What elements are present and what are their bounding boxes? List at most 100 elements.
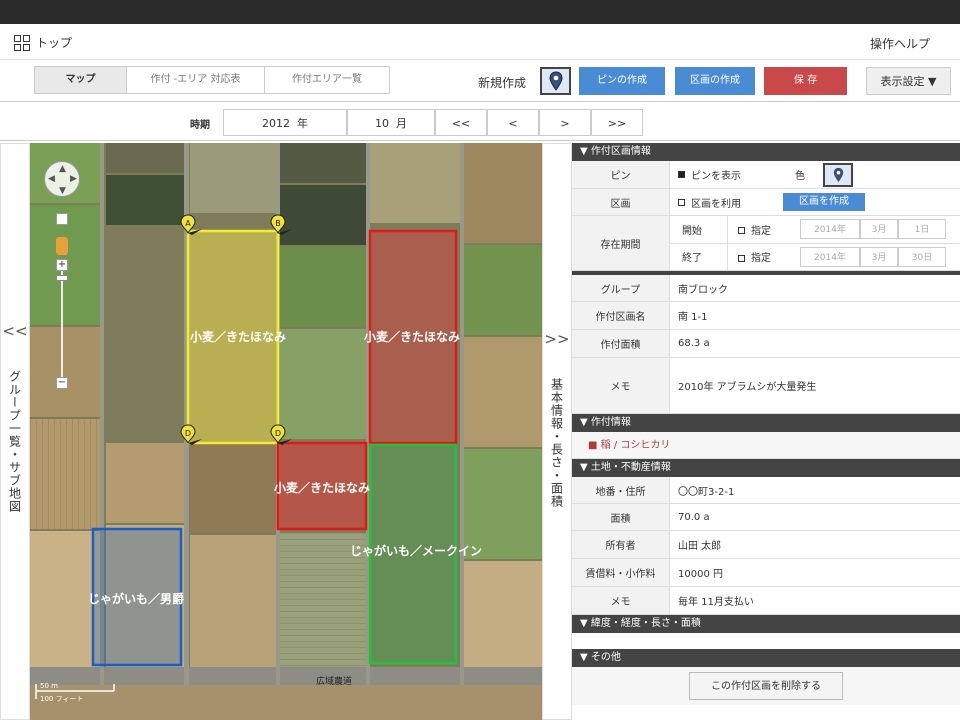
start-specify-label: 指定 [751,225,771,237]
period-rows: 存在期間 開始 指定 2014年 3月 1日 終了 指定 2014年 3月 30… [572,216,960,271]
zoom-out-icon[interactable]: − [56,377,68,389]
marker-a: A [185,219,191,228]
satellite-map: A B D D 小麦／きたほなみ 小麦／きたほなみ 小麦／きたほなみ じゃがいも… [30,143,542,720]
create-pin-button[interactable]: ピンの作成 [579,67,665,95]
prev-year-button[interactable]: << [435,109,487,136]
top-bar [0,0,960,24]
road-name: 広域農道 [316,675,352,687]
memo2-row: メモ 毎年 11月支払い [572,587,960,615]
street-view-icon[interactable] [56,237,68,255]
year-unit: 年 [297,117,308,130]
delete-area-button[interactable]: この作付区画を削除する [689,672,843,700]
end-row: 終了 指定 2014年 3月 30日 [670,243,960,270]
start-month-input[interactable]: 3月 [860,219,898,240]
section-crop-info[interactable]: ▼ 作付情報 [572,414,960,432]
start-day-input[interactable]: 1日 [898,219,946,240]
start-row: 開始 指定 2014年 3月 1日 [670,216,960,244]
parcel-use-label: 区画を利用 [691,198,741,210]
pan-left-icon[interactable]: ◀ [48,174,55,184]
start-specify-checkbox[interactable] [738,227,745,235]
reset-icon[interactable] [56,213,68,225]
next-year-button[interactable]: >> [591,109,643,136]
header: トップ 操作ヘルプ [0,24,960,60]
pan-right-icon[interactable]: ▶ [70,174,77,184]
period-label: 時期 [190,120,210,131]
period-key: 存在期間 [572,216,670,270]
view-tabs: マップ 作付 -エリア 対応表 作付エリア一覧 [34,66,390,94]
create-area-button[interactable]: 区画の作成 [675,67,755,95]
scale-top-label: 50 m [40,682,58,690]
save-button[interactable]: 保 存 [764,67,847,95]
pan-up-icon[interactable]: ▲ [59,164,66,174]
expand-right-icon[interactable]: >> [543,330,571,348]
new-create-label: 新規作成 [478,76,527,90]
label-wheat-1: 小麦／きたほなみ [190,329,286,344]
crop-value[interactable]: ■ 稲 / コシヒカリ [572,432,960,459]
pin-color-picker[interactable] [823,162,853,187]
end-specify-checkbox[interactable] [738,254,745,262]
next-month-button[interactable]: > [539,109,591,136]
marker-b: B [275,219,281,228]
month-selector[interactable]: 10 月 [347,109,435,136]
owner-row: 所有者 山田 太郎 [572,531,960,559]
home-label: トップ [36,36,73,50]
zoom-slider-track[interactable] [61,271,63,377]
owner-value[interactable]: 山田 太郎 [670,531,960,558]
group-row: グループ 南ブロック [572,275,960,302]
zoom-in-icon[interactable]: + [56,259,68,271]
section-area-info[interactable]: ▼ 作付区画情報 [572,143,960,161]
area-name-key: 作付区画名 [572,302,670,329]
display-settings-button[interactable]: 表示設定 ▼ [866,67,951,95]
address-value[interactable]: 〇〇町3-2-1 [670,477,960,503]
memo2-key: メモ [572,587,670,614]
pin-tool-button[interactable] [540,67,571,95]
rent-key: 賃借料・小作料 [572,559,670,586]
parcel-create-button[interactable]: 区画を作成 [783,193,865,211]
marker-d-left: D [185,429,191,438]
pin-show-checkbox[interactable] [678,171,685,178]
section-other[interactable]: ▼ その他 [572,649,960,667]
land-area-value[interactable]: 70.0 a [670,504,960,530]
home-link[interactable]: トップ [14,34,72,51]
tab-crop-area-table[interactable]: 作付 -エリア 対応表 [127,67,265,93]
end-year-input[interactable]: 2014年 [800,246,860,267]
end-day-input[interactable]: 30日 [898,246,946,267]
rent-value[interactable]: 10000 円 [670,559,960,586]
help-link[interactable]: 操作ヘルプ [870,35,930,52]
pan-down-icon[interactable]: ▼ [59,186,66,196]
toolbar: マップ 作付 -エリア 対応表 作付エリア一覧 新規作成 ピンの作成 区画の作成… [0,60,960,102]
pin-show-label: ピンを表示 [691,171,741,182]
section-geo-info[interactable]: ▼ 緯度・経度・長さ・面積 [572,615,960,633]
label-wheat-3: 小麦／きたほなみ [274,480,370,495]
section-land-info[interactable]: ▼ 土地・不動産情報 [572,459,960,477]
crop-area-size-value[interactable]: 68.3 a [670,330,960,357]
grid-icon [14,34,30,51]
zoom-slider-handle[interactable] [56,275,68,281]
parcel-key: 区画 [572,189,670,215]
area-name-value[interactable]: 南 1-1 [670,302,960,329]
year-selector[interactable]: 2012 年 [223,109,347,136]
end-label: 終了 [670,243,728,270]
right-collapse-strip[interactable]: >> 基本情報・長さ・面積 [542,143,572,720]
map-view[interactable]: A B D D 小麦／きたほなみ 小麦／きたほなみ 小麦／きたほなみ じゃがいも… [30,143,542,720]
memo-key: メモ [572,358,670,413]
memo2-value[interactable]: 毎年 11月支払い [670,587,960,614]
map-pin-icon [548,71,563,91]
pan-control[interactable]: ▲ ▼ ◀ ▶ [44,161,80,197]
end-month-input[interactable]: 3月 [860,246,898,267]
memo-value[interactable]: 2010年 アブラムシが大量発生 [670,358,960,413]
marker-d-right: D [275,429,281,438]
month-value: 10 [375,117,389,130]
map-pin-icon [833,167,843,182]
tab-crop-area-list[interactable]: 作付エリア一覧 [265,67,389,93]
group-value[interactable]: 南ブロック [670,275,960,301]
rent-row: 賃借料・小作料 10000 円 [572,559,960,587]
expand-left-icon[interactable]: << [1,322,29,340]
left-collapse-strip[interactable]: << グループ一覧・サブ地図 [0,143,30,720]
tab-map[interactable]: マップ [35,67,127,93]
prev-month-button[interactable]: < [487,109,539,136]
delete-row: この作付区画を削除する [572,667,960,705]
label-potato-mayqueen: じゃがいも／メークイン [350,543,482,558]
parcel-use-checkbox[interactable] [678,198,685,206]
start-year-input[interactable]: 2014年 [800,219,860,240]
